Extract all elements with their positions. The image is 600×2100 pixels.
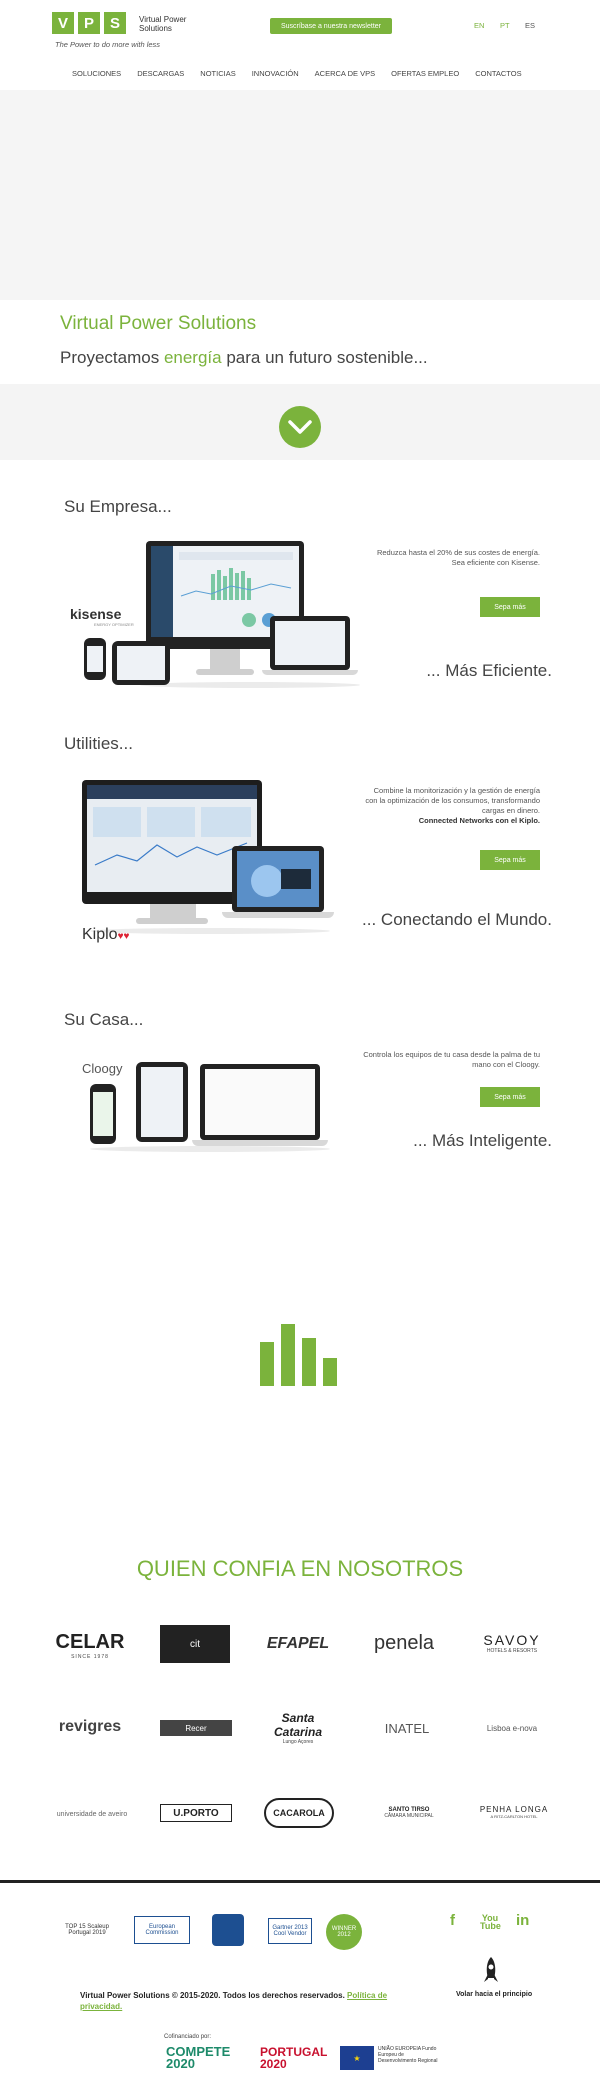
section-empresa-title: Su Empresa... xyxy=(64,497,172,516)
hero-subtitle-start: Proyectamos xyxy=(60,348,164,367)
kisense-name: kisense xyxy=(70,606,122,622)
nav-soluciones[interactable]: SOLUCIONES xyxy=(72,69,121,78)
client-celar: CELAR SINCE 1978 xyxy=(55,1630,125,1660)
section-casa-title: Su Casa... xyxy=(64,1010,144,1029)
phone-image-cloogy xyxy=(90,1084,116,1144)
client-lisboa-enova: Lisboa e-nova xyxy=(486,1723,538,1733)
client-cit: cit xyxy=(160,1625,230,1663)
eu-flag-icon: ★ xyxy=(340,2046,374,2070)
kiplo-name: Kiplo xyxy=(82,926,118,943)
client-penha-longa: PENHA LONGA A RITZ-CARLTON HOTEL xyxy=(479,1805,549,1819)
laptop-image-kiplo xyxy=(232,846,324,912)
section-empresa-text: Reduzca hasta el 20% de sus costes de en… xyxy=(360,548,540,568)
empresa-more-button[interactable]: Sepa más xyxy=(480,597,540,617)
phone-image xyxy=(84,638,106,680)
back-to-top-link[interactable]: Volar hacia el principio xyxy=(456,1991,532,1998)
badge-winner: WINNER 2012 xyxy=(326,1914,362,1950)
client-uporto: U.PORTO xyxy=(160,1804,232,1822)
copyright-text: Virtual Power Solutions © 2015-2020. Tod… xyxy=(80,1990,410,2012)
client-santo-tirso: SANTO TIRSO CÂMARA MUNICIPAL xyxy=(384,1807,434,1819)
nav-ofertas[interactable]: OFERTAS EMPLEO xyxy=(391,69,459,78)
client-cacarola: CACAROLA xyxy=(264,1798,334,1828)
laptop-image xyxy=(270,616,350,670)
kisense-tagline: ENERGY OPTIMIZER xyxy=(94,622,134,627)
compete-logo: COMPETE 2020 xyxy=(166,2044,231,2071)
utilities-more-button[interactable]: Sepa más xyxy=(480,850,540,870)
portugal2020-logo: PORTUGAL 2020 xyxy=(260,2045,328,2071)
badge-gartner: Gartner 2013 Cool Vendor xyxy=(268,1918,312,1944)
nav-contactos[interactable]: CONTACTOS xyxy=(475,69,521,78)
linkedin-icon[interactable]: in xyxy=(516,1912,529,1929)
kisense-logo: kisense xyxy=(70,606,121,622)
section-utilities-title: Utilities... xyxy=(64,734,133,753)
section-utilities-text: Combine la monitorización y la gestión d… xyxy=(360,786,540,826)
copyright-line: Virtual Power Solutions © 2015-2020. Tod… xyxy=(80,1991,345,2000)
section-empresa-text-1: Reduzca hasta el 20% de sus costes de en… xyxy=(376,548,540,557)
client-universidade-aveiro: universidade de aveiro xyxy=(56,1810,128,1818)
globe-icon xyxy=(251,865,311,897)
section-empresa-text-2: Sea eficiente con Kisense. xyxy=(451,558,540,567)
facebook-icon[interactable]: f xyxy=(450,1912,455,1929)
hero-title: Virtual Power Solutions xyxy=(60,313,257,334)
client-santa-catarina: Santa Catarina Lungo Açores xyxy=(273,1711,323,1745)
section-utilities-text-1: Combine la monitorización y la gestión d… xyxy=(365,786,540,815)
lang-es[interactable]: ES xyxy=(525,21,535,30)
nav-descargas[interactable]: DESCARGAS xyxy=(137,69,184,78)
kiplo-hearts-icon: ♥♥ xyxy=(117,931,130,942)
logo-letter-p: P xyxy=(78,12,100,34)
logo-name: Virtual Power Solutions xyxy=(139,15,187,33)
logo-tagline: The Power to do more with less xyxy=(55,40,161,49)
section-empresa-tagline: ... Más Eficiente. xyxy=(426,661,552,680)
client-revigres: revigres xyxy=(58,1718,122,1735)
logo[interactable]: V P S xyxy=(52,12,126,34)
site-header: V P S Virtual Power Solutions The Power … xyxy=(0,0,600,90)
laptop-image-cloogy xyxy=(200,1064,320,1140)
logo-letter-s: S xyxy=(104,12,126,34)
main-nav: SOLUCIONES DESCARGAS NOTICIAS INNOVACIÓN… xyxy=(72,69,522,78)
badge-european-commission: European Commission xyxy=(134,1916,190,1944)
newsletter-button[interactable]: Suscríbase a nuestra newsletter xyxy=(270,18,392,34)
eu-fund-label: UNIÃO EUROPEIA Fundo Europeu de Desenvol… xyxy=(378,2046,438,2064)
hero-banner xyxy=(0,90,600,300)
scroll-down-button[interactable] xyxy=(279,406,321,448)
client-penela: penela xyxy=(373,1631,435,1654)
nav-noticias[interactable]: NOTICIAS xyxy=(200,69,235,78)
lang-en[interactable]: EN xyxy=(474,21,484,30)
hero-subtitle-emphasis: energía xyxy=(163,348,222,367)
section-casa-text: Controla los equipos de tu casa desde la… xyxy=(363,1050,540,1069)
logo-letter-v: V xyxy=(52,12,74,34)
nav-acerca[interactable]: ACERCA DE VPS xyxy=(315,69,375,78)
tablet-image xyxy=(112,641,170,685)
client-savoy: SAVOY HOTELS & RESORTS xyxy=(483,1632,541,1654)
lang-pt[interactable]: PT xyxy=(500,21,510,30)
badge-shield-icon xyxy=(212,1914,244,1946)
hero-subtitle-end: para un futuro sostenible... xyxy=(221,348,428,367)
kiplo-logo: Kiplo♥♥ xyxy=(82,926,129,944)
nav-innovacion[interactable]: INNOVACIÓN xyxy=(252,69,299,78)
section-utilities-tagline: ... Conectando el Mundo. xyxy=(362,910,552,929)
badge-scaleup: TOP 15 Scaleup Portugal 2019 xyxy=(65,1924,109,1936)
cofinanced-label: Cofinanciado por: xyxy=(164,2034,212,2040)
client-inatel: INATEL xyxy=(384,1720,430,1736)
client-recer: Recer xyxy=(160,1720,232,1736)
hero-subtitle: Proyectamos energía para un futuro soste… xyxy=(60,348,428,368)
cloogy-logo: Cloogy xyxy=(82,1061,123,1076)
youtube-icon[interactable]: You Tube xyxy=(480,1914,501,1931)
tablet-image-cloogy xyxy=(136,1062,188,1142)
client-efapel: EFAPEL xyxy=(266,1635,330,1652)
rocket-icon[interactable] xyxy=(482,1956,500,1986)
section-utilities-text-2: Connected Networks con el Kiplo. xyxy=(418,816,540,825)
casa-more-button[interactable]: Sepa más xyxy=(480,1087,540,1107)
section-casa-tagline: ... Más Inteligente. xyxy=(413,1131,552,1150)
chevron-down-icon xyxy=(288,420,312,434)
clients-title: QUIEN CONFIA EN NOSOTROS xyxy=(136,1556,464,1581)
